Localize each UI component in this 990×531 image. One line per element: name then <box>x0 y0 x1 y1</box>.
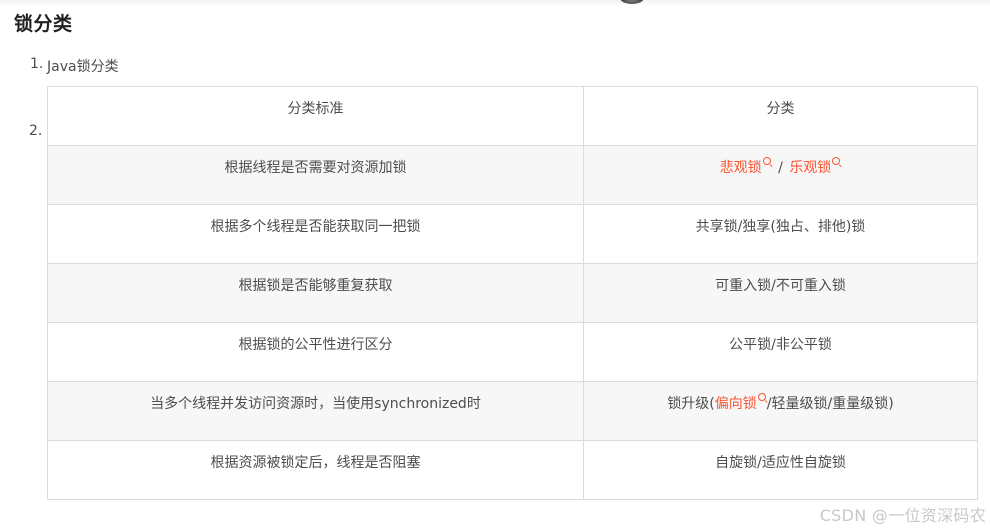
list-item-1-text: Java锁分类 <box>47 59 119 75</box>
article-page: 锁分类 1. Java锁分类 2. 分类标准 分类 根据线程是否需要对资源加锁 … <box>0 0 990 531</box>
watermark: CSDN @一位资深码农 <box>819 506 986 525</box>
biased-lock-link[interactable]: 偏向锁 <box>715 396 757 412</box>
lock-classification-table: 分类标准 分类 根据线程是否需要对资源加锁 悲观锁 / 乐观锁 根据多个线程是否… <box>47 86 978 500</box>
search-icon[interactable] <box>762 157 772 166</box>
table-row: 根据锁是否能够重复获取 可重入锁/不可重入锁 <box>47 263 978 323</box>
optimistic-lock-link[interactable]: 乐观锁 <box>789 160 831 176</box>
table-row: 根据锁的公平性进行区分 公平锁/非公平锁 <box>47 322 978 382</box>
pessimistic-lock-link[interactable]: 悲观锁 <box>720 160 762 176</box>
category-suffix: /轻量级锁/重量级锁) <box>766 396 894 412</box>
table-header-criterion: 分类标准 <box>47 86 584 146</box>
table-header-category: 分类 <box>583 86 978 146</box>
table-header-row: 分类标准 分类 <box>47 86 978 146</box>
table-row: 根据多个线程是否能获取同一把锁 共享锁/独享(独占、排他)锁 <box>47 204 978 264</box>
category-cell: 悲观锁 / 乐观锁 <box>583 145 978 205</box>
category-cell: 公平锁/非公平锁 <box>583 322 978 382</box>
criterion-cell: 当多个线程并发访问资源时，当使用synchronized时 <box>47 381 584 441</box>
list-marker-1: 1. <box>30 56 44 72</box>
category-cell: 自旋锁/适应性自旋锁 <box>583 440 978 500</box>
criterion-cell: 根据资源被锁定后，线程是否阻塞 <box>47 440 584 500</box>
category-cell: 可重入锁/不可重入锁 <box>583 263 978 323</box>
list-marker-2: 2. <box>29 123 43 139</box>
section-heading: 锁分类 <box>14 13 73 35</box>
criterion-cell: 根据线程是否需要对资源加锁 <box>47 145 584 205</box>
table-row: 根据线程是否需要对资源加锁 悲观锁 / 乐观锁 <box>47 145 978 205</box>
category-separator: / <box>778 160 783 176</box>
category-cell: 共享锁/独享(独占、排他)锁 <box>583 204 978 264</box>
criterion-cell: 根据多个线程是否能获取同一把锁 <box>47 204 584 264</box>
search-icon[interactable] <box>832 157 841 166</box>
table-row: 根据资源被锁定后，线程是否阻塞 自旋锁/适应性自旋锁 <box>47 440 978 500</box>
category-prefix: 锁升级( <box>667 396 715 412</box>
top-shadow-strip <box>0 0 990 6</box>
table-row: 当多个线程并发访问资源时，当使用synchronized时 锁升级(偏向锁/轻量… <box>47 381 978 441</box>
criterion-cell: 根据锁是否能够重复获取 <box>47 263 584 323</box>
search-icon[interactable] <box>757 393 767 402</box>
criterion-cell: 根据锁的公平性进行区分 <box>47 322 584 382</box>
category-cell: 锁升级(偏向锁/轻量级锁/重量级锁) <box>583 381 978 441</box>
